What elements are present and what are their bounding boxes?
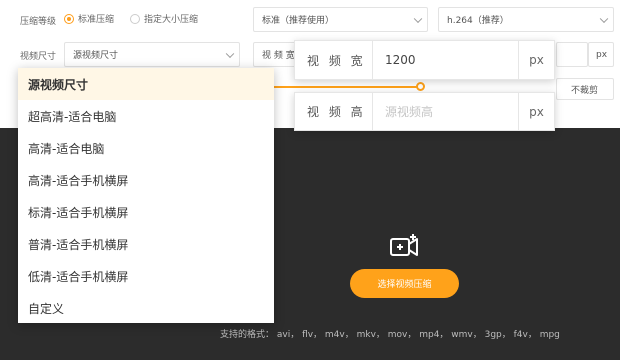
height-input[interactable]: 源视频高 <box>373 93 518 130</box>
dropdown-item-uhd-pc[interactable]: 超高清-适合电脑 <box>18 100 274 132</box>
dropdown-item-hd-pc[interactable]: 高清-适合电脑 <box>18 132 274 164</box>
height-unit: px <box>518 93 554 130</box>
slider-track[interactable] <box>274 86 422 88</box>
dropdown-item-normal-mobile[interactable]: 普清-适合手机横屏 <box>18 228 274 260</box>
video-size-select[interactable]: 源视频尺寸 <box>64 42 240 67</box>
width-label: 视 频 宽 <box>295 41 373 79</box>
dropdown-item-low-mobile[interactable]: 低清-适合手机横屏 <box>18 260 274 292</box>
radio-standard[interactable]: 标准压缩 <box>64 12 114 25</box>
radio-dot-icon <box>64 13 74 24</box>
height-label: 视 频 高 <box>295 93 373 130</box>
compress-level-label: 压缩等级 <box>20 17 57 27</box>
height-popup[interactable]: 视 频 高 源视频高 px <box>294 92 555 131</box>
px-unit: px <box>588 42 614 67</box>
supported-formats: 支持的格式： avi， flv， m4v， mkv， mov， mp4， wmv… <box>220 330 560 340</box>
dropdown-item-sd-mobile[interactable]: 标清-适合手机横屏 <box>18 196 274 228</box>
dropdown-item-hd-mobile[interactable]: 高清-适合手机横屏 <box>18 164 274 196</box>
dropdown-item-source[interactable]: 源视频尺寸 <box>18 68 274 100</box>
radio-size[interactable]: 指定大小压缩 <box>130 12 198 25</box>
chevron-down-icon <box>599 14 609 23</box>
video-size-label: 视频尺寸 <box>20 52 57 62</box>
dropdown-item-custom[interactable]: 自定义 <box>18 292 274 324</box>
slider-handle[interactable] <box>416 82 425 91</box>
height-field-behind[interactable] <box>556 42 588 67</box>
width-unit: px <box>518 41 554 79</box>
chevron-down-icon <box>225 49 235 58</box>
add-video-icon[interactable] <box>389 233 421 264</box>
width-popup[interactable]: 视 频 宽 1200 px <box>294 40 555 80</box>
video-size-dropdown: 源视频尺寸 超高清-适合电脑 高清-适合电脑 高清-适合手机横屏 标清-适合手机… <box>18 68 274 323</box>
select-video-button[interactable]: 选择视频压缩 <box>350 269 459 298</box>
radio-dot-icon <box>130 13 140 24</box>
crop-button[interactable]: 不裁剪 <box>556 78 614 100</box>
codec-select[interactable]: h.264（推荐） <box>438 7 614 32</box>
chevron-down-icon <box>413 14 423 23</box>
quality-select[interactable]: 标准（推荐使用） <box>253 7 428 32</box>
width-input[interactable]: 1200 <box>373 41 518 79</box>
